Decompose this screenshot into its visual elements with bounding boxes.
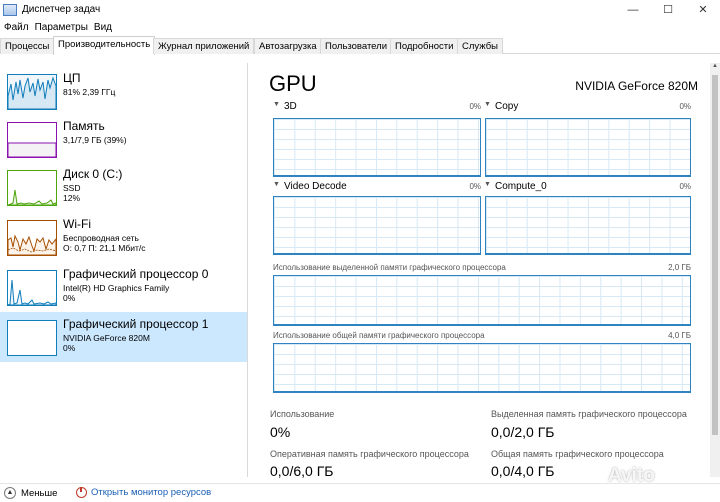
shared-memory-graph-label: Использование общей памяти графического … <box>273 331 485 340</box>
resource-gpu-1[interactable]: Графический процессор 1 NVIDIA GeForce 8… <box>0 312 247 362</box>
engine-video-decode-name: Video Decode <box>284 181 347 192</box>
vertical-scrollbar[interactable]: ▲ <box>710 63 720 477</box>
resource-wifi[interactable]: Wi-Fi Беспроводная сеть О: 0,7 П: 21,1 М… <box>0 212 247 262</box>
minimize-button[interactable]: — <box>616 0 650 19</box>
engine-copy-graph <box>485 118 691 177</box>
engine-video-decode-graph <box>273 196 481 255</box>
resource-gpu1-usage: 0% <box>63 343 76 353</box>
fewer-details-button[interactable]: ▲ Меньше <box>4 487 57 499</box>
resource-disk[interactable]: Диск 0 (C:) SSD 12% <box>0 162 247 212</box>
engine-video-decode-header[interactable]: ▼ Video Decode 0% <box>273 181 481 193</box>
task-manager-window: Диспетчер задач — ☐ ✕ Файл Параметры Вид… <box>0 0 720 502</box>
resource-memory-name: Память <box>63 119 105 133</box>
task-manager-icon <box>3 3 17 16</box>
resource-monitor-icon <box>76 487 87 498</box>
memory-thumbnail-graph <box>7 122 57 158</box>
tab-performance[interactable]: Производительность <box>53 36 156 55</box>
dedicated-memory-graph-label: Использование выделенной памяти графичес… <box>273 263 506 272</box>
usage-value: 0% <box>270 424 291 440</box>
dedicated-memory-label: Выделенная память графического процессор… <box>491 409 687 419</box>
menu-options[interactable]: Параметры <box>32 22 91 33</box>
tab-processes[interactable]: Процессы <box>0 38 55 54</box>
resource-gpu-0[interactable]: Графический процессор 0 Intel(R) HD Grap… <box>0 262 247 312</box>
resource-wifi-name: Wi-Fi <box>63 217 91 231</box>
chevron-down-icon: ▼ <box>484 101 491 108</box>
chevron-down-icon: ▼ <box>273 181 280 188</box>
engine-video-decode-pct: 0% <box>469 182 481 191</box>
tab-app-history[interactable]: Журнал приложений <box>153 38 255 54</box>
chevron-up-icon: ▲ <box>4 487 16 499</box>
dedicated-memory-graph <box>273 275 691 326</box>
usage-label: Использование <box>270 409 335 419</box>
scrollbar-thumb[interactable] <box>712 75 718 435</box>
gpu-model: NVIDIA GeForce 820M <box>575 79 698 93</box>
gpu-title: GPU <box>269 71 317 96</box>
resource-cpu[interactable]: ЦП 81% 2,39 ГГц <box>0 66 247 116</box>
fewer-details-label: Меньше <box>21 487 58 499</box>
engine-compute-pct: 0% <box>679 182 691 191</box>
title-bar: Диспетчер задач — ☐ ✕ <box>0 0 720 19</box>
tab-startup[interactable]: Автозагрузка <box>254 38 322 54</box>
resource-disk-name: Диск 0 (C:) <box>63 167 123 181</box>
open-resource-monitor-label: Открыть монитор ресурсов <box>91 487 212 498</box>
wifi-thumbnail-graph <box>7 220 57 256</box>
engine-compute-header[interactable]: ▼ Compute_0 0% <box>484 181 691 193</box>
resource-gpu0-model: Intel(R) HD Graphics Family <box>63 283 170 293</box>
cpu-thumbnail-graph <box>7 74 57 110</box>
disk-thumbnail-graph <box>7 170 57 206</box>
engine-compute-name: Compute_0 <box>495 181 547 192</box>
chevron-down-icon: ▼ <box>484 181 491 188</box>
shared-memory-label: Общая память графического процессора <box>491 449 664 459</box>
dedicated-memory-value: 0,0/2,0 ГБ <box>491 424 555 440</box>
engine-3d-graph <box>273 118 481 177</box>
tab-users[interactable]: Пользователи <box>320 38 393 54</box>
gpu-ram-label: Оперативная память графического процессо… <box>270 449 469 459</box>
resource-memory-usage: 3,1/7,9 ГБ (39%) <box>63 135 127 145</box>
engine-copy-header[interactable]: ▼ Copy 0% <box>484 101 691 113</box>
menu-view[interactable]: Вид <box>91 22 115 33</box>
resource-cpu-usage: 81% 2,39 ГГц <box>63 87 116 97</box>
dedicated-memory-graph-max: 2,0 ГБ <box>668 263 691 272</box>
engine-3d-name: 3D <box>284 101 297 112</box>
gpu1-thumbnail-graph <box>7 320 57 356</box>
engine-copy-name: Copy <box>495 101 519 112</box>
shared-memory-graph <box>273 343 691 393</box>
gpu-detail-panel: GPU NVIDIA GeForce 820M ▼ 3D 0% ▼ Copy 0… <box>249 63 710 479</box>
resource-gpu0-usage: 0% <box>63 293 76 303</box>
avito-watermark: Avito <box>608 465 655 486</box>
tab-details[interactable]: Подробности <box>390 38 459 54</box>
resource-gpu1-model: NVIDIA GeForce 820M <box>63 333 150 343</box>
tab-services[interactable]: Службы <box>457 38 503 54</box>
engine-3d-pct: 0% <box>469 102 481 111</box>
gpu-ram-value: 0,0/6,0 ГБ <box>270 463 334 479</box>
shared-memory-value: 0,0/4,0 ГБ <box>491 463 555 479</box>
close-button[interactable]: ✕ <box>686 0 720 19</box>
resource-list: ЦП 81% 2,39 ГГц Память 3,1/7,9 ГБ (39%) … <box>0 63 248 477</box>
resource-disk-type: SSD <box>63 183 81 193</box>
resource-cpu-name: ЦП <box>63 71 81 85</box>
engine-compute-graph <box>485 196 691 255</box>
resource-wifi-adapter: Беспроводная сеть <box>63 233 139 243</box>
tab-bar: Процессы Производительность Журнал прило… <box>0 36 720 55</box>
open-resource-monitor-link[interactable]: Открыть монитор ресурсов <box>76 487 211 498</box>
menu-file[interactable]: Файл <box>0 22 32 33</box>
resource-gpu1-name: Графический процессор 1 <box>63 317 209 331</box>
resource-memory[interactable]: Память 3,1/7,9 ГБ (39%) <box>0 114 247 164</box>
resource-gpu0-name: Графический процессор 0 <box>63 267 209 281</box>
scroll-up-arrow-icon[interactable]: ▲ <box>710 63 720 73</box>
resource-disk-usage: 12% <box>63 193 81 203</box>
maximize-button[interactable]: ☐ <box>651 0 685 19</box>
shared-memory-graph-max: 4,0 ГБ <box>668 331 691 340</box>
window-title: Диспетчер задач <box>22 4 101 15</box>
engine-copy-pct: 0% <box>679 102 691 111</box>
engine-3d-header[interactable]: ▼ 3D 0% <box>273 101 481 113</box>
menu-bar: Файл Параметры Вид <box>0 19 115 36</box>
chevron-down-icon: ▼ <box>273 101 280 108</box>
resource-wifi-throughput: О: 0,7 П: 21,1 Мбит/с <box>63 243 146 253</box>
gpu0-thumbnail-graph <box>7 270 57 306</box>
